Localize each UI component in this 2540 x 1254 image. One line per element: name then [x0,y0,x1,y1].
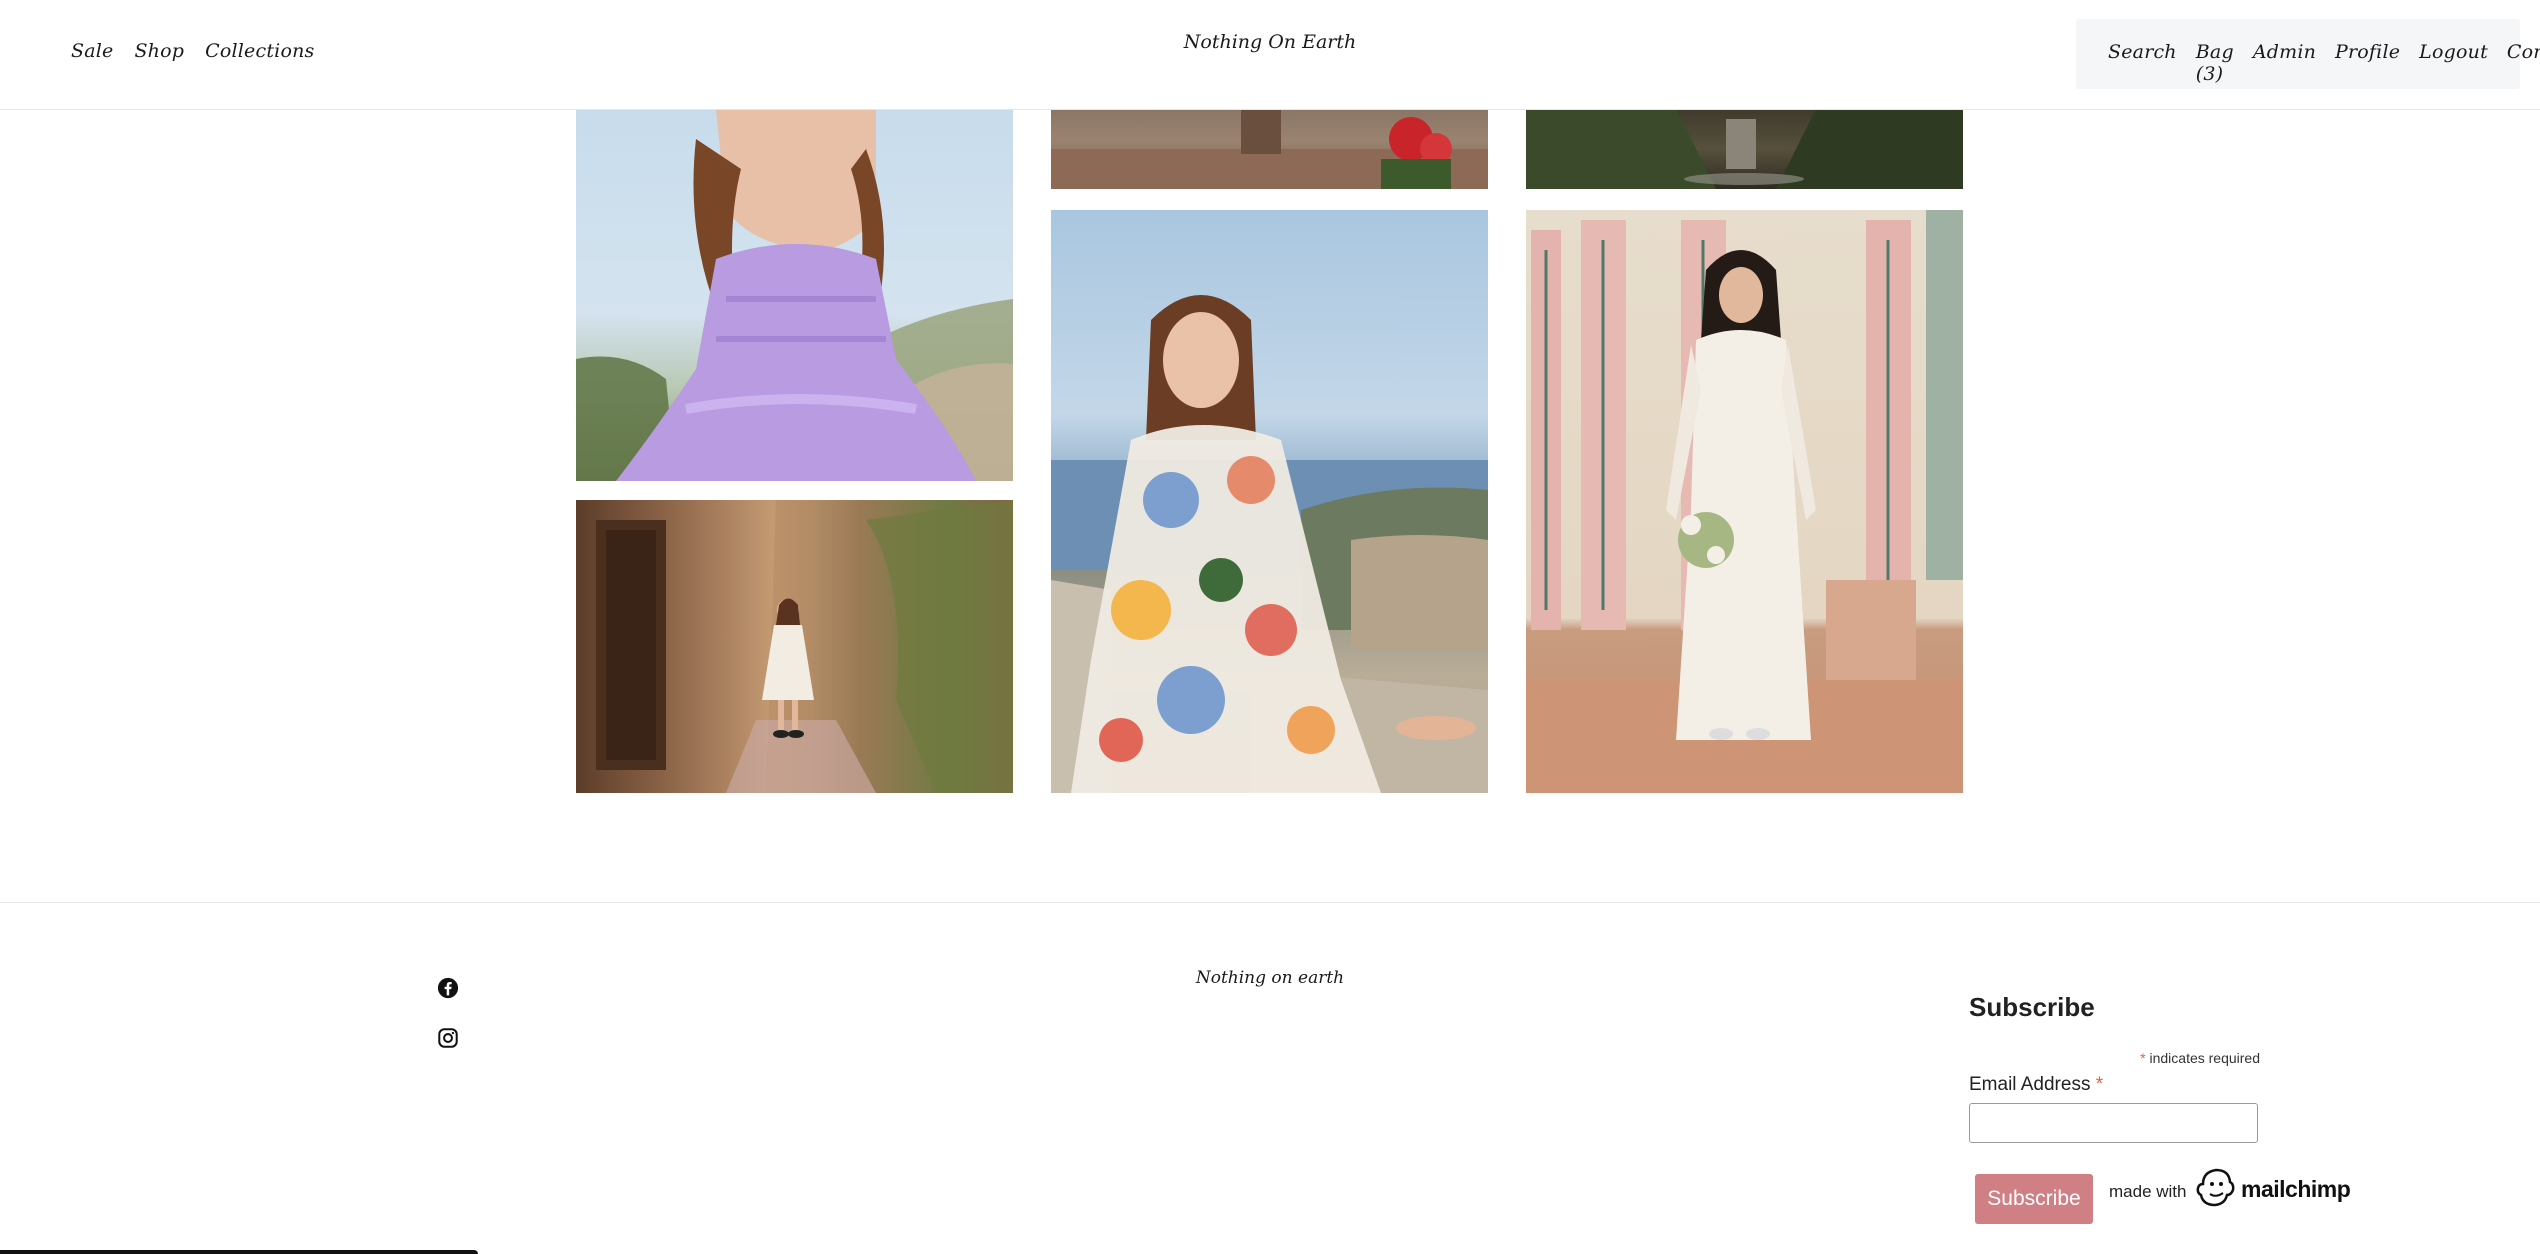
footer-brand: Nothing on earth [1195,968,1345,988]
nav-admin[interactable]: Admin [2253,41,2316,85]
site-header: Sale Shop Collections Nothing On Earth S… [0,0,2540,110]
footer-divider [0,902,2540,903]
nav-contact[interactable]: Contact [2507,41,2540,85]
wet-street-photo[interactable] [1526,109,1963,189]
required-note: * indicates required [1969,1050,2260,1066]
nav-profile[interactable]: Profile [2335,41,2400,85]
lilac-dress-photo[interactable] [576,109,1013,481]
nav-search[interactable]: Search [2108,41,2177,85]
stone-alley-photo[interactable] [576,500,1013,793]
instagram-icon[interactable] [437,1027,459,1049]
account-nav: Search Bag (3) Admin Profile Logout Cont… [2108,41,2540,85]
nav-logout[interactable]: Logout [2419,41,2488,85]
email-required-asterisk: * [2095,1074,2104,1095]
nav-bag[interactable]: Bag (3) [2196,41,2234,85]
white-dress-doors-photo[interactable] [1526,210,1963,793]
terrace-flowers-photo[interactable] [1051,109,1488,189]
subscribe-button[interactable]: Subscribe [1975,1174,2093,1224]
email-input[interactable] [1969,1103,2258,1143]
email-label-text: Email Address [1969,1074,2091,1095]
required-asterisk: * [2140,1050,2146,1066]
account-nav-panel: Search Bag (3) Admin Profile Logout Cont… [2076,19,2540,89]
bottom-toolbar-edge [0,1250,478,1254]
mailchimp-logo-icon[interactable] [2196,1167,2236,1209]
made-with-text: made with [2109,1182,2187,1201]
mailchimp-wordmark[interactable]: mailchimp [2241,1176,2351,1203]
required-note-text: indicates required [2149,1050,2260,1066]
floral-dress-photo[interactable] [1051,210,1488,793]
subscribe-title: Subscribe [1969,992,2095,1022]
email-label: Email Address * [1969,1074,2103,1096]
